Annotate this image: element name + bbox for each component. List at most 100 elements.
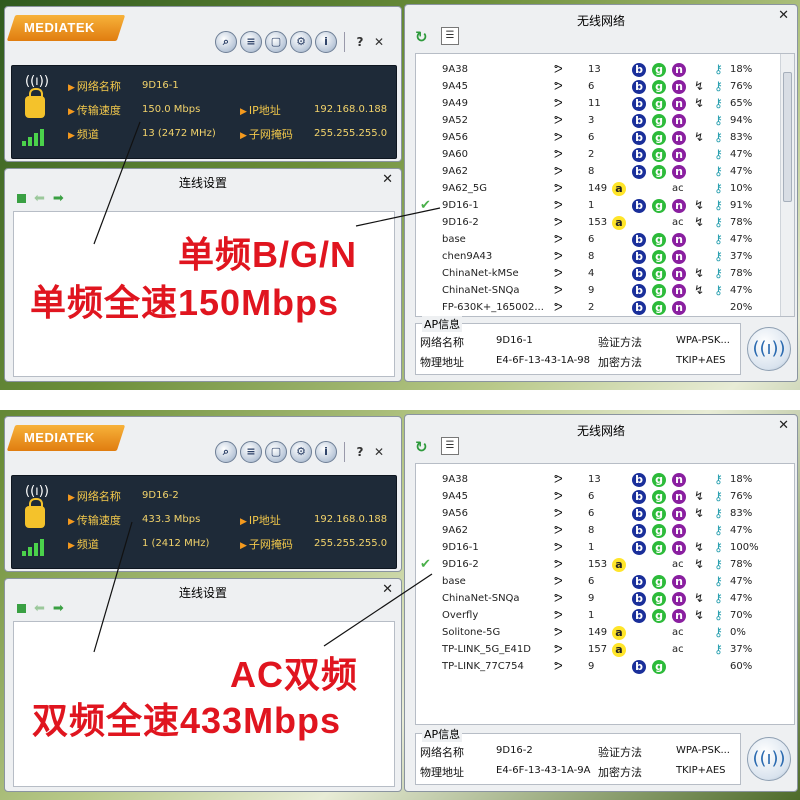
info-icon[interactable]: i: [315, 441, 337, 463]
wireless-connect-icon[interactable]: ((ı)): [747, 327, 791, 371]
signal-icon: ᕗ: [554, 147, 563, 161]
channel-bonding-icon: ↯: [694, 540, 705, 554]
network-row[interactable]: ChinaNet-SNQa ᕗ 9 b g n ↯ ⚷ 47%: [416, 591, 794, 608]
signal-icon: ᕗ: [554, 506, 563, 520]
help-button[interactable]: ?: [352, 441, 368, 463]
network-row[interactable]: 9A45 ᕗ 6 b g n ↯ ⚷ 76%: [416, 489, 794, 506]
document-icon[interactable]: ▢: [265, 441, 287, 463]
network-row[interactable]: 9D16-1 ᕗ 1 b g n ↯ ⚷ 100%: [416, 540, 794, 557]
mode-b-badge: b: [632, 660, 646, 674]
gear-icon[interactable]: ⚙: [290, 441, 312, 463]
annotation-speed-title: 双频全速433Mbps: [32, 700, 342, 741]
search-icon[interactable]: ⌕: [215, 31, 237, 53]
list-view-icon[interactable]: ☰: [441, 437, 459, 455]
network-row[interactable]: FP-630K+_165002... ᕗ 2 b g n 20%: [416, 300, 794, 316]
lock-icon: [25, 88, 45, 118]
mode-b-badge: b: [632, 490, 646, 504]
network-row[interactable]: ChinaNet-kMSe ᕗ 4 b g n ↯ ⚷ 78%: [416, 266, 794, 283]
network-row[interactable]: Solitone-5G ᕗ 149 a ac ⚷ 0%: [416, 625, 794, 642]
network-row[interactable]: 9A62 ᕗ 8 b g n ⚷ 47%: [416, 523, 794, 540]
network-row[interactable]: ✔ 9D16-1 ᕗ 1 b g n ↯ ⚷ 91%: [416, 198, 794, 215]
lock-icon: [25, 498, 45, 528]
network-row[interactable]: 9A45 ᕗ 6 b g n ↯ ⚷ 76%: [416, 79, 794, 96]
forward-arrow-icon[interactable]: ➡: [53, 601, 64, 616]
stop-icon[interactable]: [17, 604, 26, 613]
network-row[interactable]: ChinaNet-SNQa ᕗ 9 b g n ↯ ⚷ 47%: [416, 283, 794, 300]
mode-a-badge: a: [612, 558, 626, 572]
channel-bonding-icon: ↯: [694, 96, 705, 110]
mode-g-badge: g: [652, 490, 666, 504]
network-row[interactable]: 9A52 ᕗ 3 b g n ⚷ 94%: [416, 113, 794, 130]
refresh-icon[interactable]: ↻: [415, 29, 431, 45]
mode-n-badge: n: [672, 250, 686, 264]
mode-g-badge: g: [652, 541, 666, 555]
network-row[interactable]: 9A62 ᕗ 8 b g n ⚷ 47%: [416, 164, 794, 181]
network-row[interactable]: 9A49 ᕗ 11 b g n ↯ ⚷ 65%: [416, 96, 794, 113]
forward-arrow-icon[interactable]: ➡: [53, 191, 64, 206]
mode-ac-label: ac: [672, 183, 684, 194]
ap-mac-value: E4-6F-13-43-1A-9A: [496, 765, 591, 776]
network-ssid: TP-LINK_5G_E41D: [442, 644, 531, 655]
close-button[interactable]: ✕: [371, 31, 387, 53]
channel-bonding-icon: ↯: [694, 198, 705, 212]
network-row[interactable]: 9A38 ᕗ 13 b g n ⚷ 18%: [416, 62, 794, 79]
list-icon[interactable]: ≡: [240, 31, 262, 53]
network-row[interactable]: TP-LINK_5G_E41D ᕗ 157 a ac ⚷ 37%: [416, 642, 794, 659]
network-row[interactable]: 9A60 ᕗ 2 b g n ⚷ 47%: [416, 147, 794, 164]
close-icon[interactable]: ✕: [382, 172, 393, 187]
signal-icon: ᕗ: [554, 472, 563, 486]
gear-icon[interactable]: ⚙: [290, 31, 312, 53]
close-icon[interactable]: ✕: [778, 418, 789, 433]
scroll-thumb[interactable]: [783, 72, 792, 202]
signal-percent: 78%: [730, 559, 753, 570]
ap-info-group: AP信息 网络名称 9D16-2 验证方法 WPA-PSK... 物理地址 E4…: [415, 726, 741, 785]
network-row[interactable]: chen9A43 ᕗ 8 b g n ⚷ 37%: [416, 249, 794, 266]
network-row[interactable]: base ᕗ 6 b g n ⚷ 47%: [416, 574, 794, 591]
info-icon[interactable]: i: [315, 31, 337, 53]
key-icon: ⚷: [714, 266, 723, 280]
wireless-connect-icon[interactable]: ((ı)): [747, 737, 791, 781]
network-row[interactable]: TP-LINK_77C754 ᕗ 9 b g 60%: [416, 659, 794, 676]
network-row[interactable]: ✔ 9D16-2 ᕗ 153 a ac ↯ ⚷ 78%: [416, 557, 794, 574]
close-button[interactable]: ✕: [371, 441, 387, 463]
signal-icon: ᕗ: [554, 625, 563, 639]
help-button[interactable]: ?: [352, 31, 368, 53]
document-icon[interactable]: ▢: [265, 31, 287, 53]
refresh-icon[interactable]: ↻: [415, 439, 431, 455]
annotation-band-title: AC双频: [230, 654, 358, 695]
ap-info-group: AP信息 网络名称 9D16-1 验证方法 WPA-PSK... 物理地址 E4…: [415, 316, 741, 375]
mode-g-badge: g: [652, 199, 666, 213]
stop-icon[interactable]: [17, 194, 26, 203]
signal-percent: 47%: [730, 576, 753, 587]
mode-ac-label: ac: [672, 627, 684, 638]
back-arrow-icon[interactable]: ⬅: [34, 601, 45, 616]
network-row[interactable]: 9A56 ᕗ 6 b g n ↯ ⚷ 83%: [416, 506, 794, 523]
signal-icon: ᕗ: [554, 164, 563, 178]
back-arrow-icon[interactable]: ⬅: [34, 191, 45, 206]
network-ssid: 9A52: [442, 115, 468, 126]
search-icon[interactable]: ⌕: [215, 441, 237, 463]
network-row[interactable]: Overfly ᕗ 1 b g n ↯ ⚷ 70%: [416, 608, 794, 625]
ip-value: 192.168.0.188: [314, 514, 388, 525]
network-row[interactable]: 9A38 ᕗ 13 b g n ⚷ 18%: [416, 472, 794, 489]
list-icon[interactable]: ≡: [240, 441, 262, 463]
network-row[interactable]: 9A62_5G ᕗ 149 a ac ⚷ 10%: [416, 181, 794, 198]
ap-auth-label: 验证方法: [598, 746, 642, 759]
mode-b-badge: b: [632, 541, 646, 555]
list-view-icon[interactable]: ☰: [441, 27, 459, 45]
signal-icon: ᕗ: [554, 181, 563, 195]
network-row[interactable]: base ᕗ 6 b g n ⚷ 47%: [416, 232, 794, 249]
network-channel: 153: [588, 217, 608, 228]
mode-n-badge: n: [672, 165, 686, 179]
close-icon[interactable]: ✕: [382, 582, 393, 597]
network-ssid: 9A49: [442, 98, 468, 109]
network-row[interactable]: 9D16-2 ᕗ 153 a ac ↯ ⚷ 78%: [416, 215, 794, 232]
network-channel: 2: [588, 149, 595, 160]
close-icon[interactable]: ✕: [778, 8, 789, 23]
network-row[interactable]: 9A56 ᕗ 6 b g n ↯ ⚷ 83%: [416, 130, 794, 147]
scrollbar[interactable]: [780, 54, 794, 316]
network-channel: 6: [588, 576, 595, 587]
signal-percent: 0%: [730, 627, 746, 638]
signal-percent: 37%: [730, 251, 753, 262]
network-name-value: 9D16-1: [142, 80, 179, 91]
